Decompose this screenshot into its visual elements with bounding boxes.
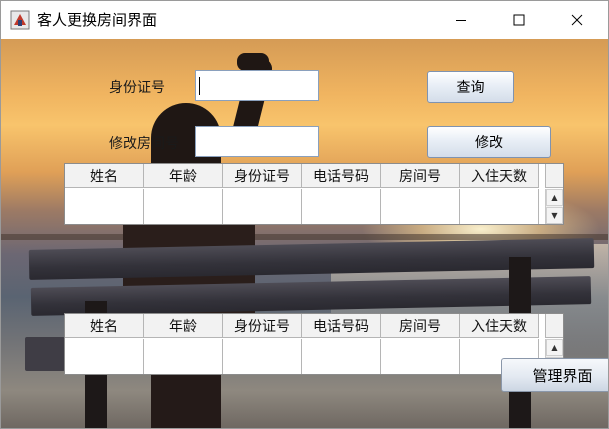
column-header-age[interactable]: 年龄	[144, 314, 223, 338]
table-cell[interactable]	[460, 207, 539, 224]
table-cell[interactable]	[144, 339, 223, 357]
arrow-down-icon[interactable]: ▼	[546, 207, 563, 224]
table-cell[interactable]	[381, 207, 460, 224]
table-body	[65, 189, 539, 224]
maximize-icon	[513, 14, 525, 26]
column-header-name[interactable]: 姓名	[65, 164, 144, 188]
table-cell[interactable]	[302, 207, 381, 224]
manage-button[interactable]: 管理界面	[501, 358, 608, 392]
column-header-days[interactable]: 入住天数	[460, 164, 539, 188]
id-number-input[interactable]	[195, 70, 319, 101]
table-cell[interactable]	[223, 207, 302, 224]
table-cell[interactable]	[144, 357, 223, 374]
table-cell[interactable]	[302, 339, 381, 357]
table-cell[interactable]	[223, 189, 302, 207]
table-corner	[545, 164, 563, 188]
table-row[interactable]	[65, 189, 539, 207]
query-button[interactable]: 查询	[427, 71, 514, 103]
column-header-phone[interactable]: 电话号码	[302, 314, 381, 338]
table-header: 姓名 年龄 身份证号 电话号码 房间号 入住天数	[65, 164, 539, 188]
table-cell[interactable]	[144, 189, 223, 207]
table-row[interactable]	[65, 357, 539, 374]
close-icon	[571, 14, 583, 26]
minimize-icon	[456, 20, 466, 21]
arrow-up-icon[interactable]: ▲	[546, 339, 563, 356]
room-number-label: 修改房间号	[109, 136, 179, 152]
column-header-age[interactable]: 年龄	[144, 164, 223, 188]
table-cell[interactable]	[302, 189, 381, 207]
table-cell[interactable]	[223, 357, 302, 374]
close-button[interactable]	[554, 1, 600, 39]
guest-table-bottom: 姓名 年龄 身份证号 电话号码 房间号 入住天数 ▲	[64, 313, 564, 375]
table-row[interactable]	[65, 207, 539, 224]
table-cell[interactable]	[460, 189, 539, 207]
column-header-name[interactable]: 姓名	[65, 314, 144, 338]
table-header: 姓名 年龄 身份证号 电话号码 房间号 入住天数	[65, 314, 539, 338]
table-corner	[545, 314, 563, 338]
table-cell[interactable]	[381, 339, 460, 357]
table-cell[interactable]	[65, 357, 144, 374]
guest-table-top: 姓名 年龄 身份证号 电话号码 房间号 入住天数 ▲ ▼	[64, 163, 564, 225]
arrow-up-icon[interactable]: ▲	[546, 189, 563, 206]
table-row[interactable]	[65, 339, 539, 357]
java-app-icon	[10, 10, 30, 30]
column-header-room[interactable]: 房间号	[381, 164, 460, 188]
column-header-phone[interactable]: 电话号码	[302, 164, 381, 188]
vertical-scrollbar[interactable]: ▲ ▼	[545, 189, 563, 224]
title-bar: 客人更换房间界面	[1, 1, 608, 39]
person-hand	[237, 53, 269, 71]
column-header-days[interactable]: 入住天数	[460, 314, 539, 338]
app-window: 客人更换房间界面 身份证号 查询 修改房间号 修改 姓名 年龄 身份证号 电话号…	[0, 0, 609, 429]
bench-seat	[25, 337, 65, 371]
text-caret	[199, 77, 200, 95]
table-cell[interactable]	[302, 357, 381, 374]
table-cell[interactable]	[144, 207, 223, 224]
table-cell[interactable]	[65, 339, 144, 357]
column-header-room[interactable]: 房间号	[381, 314, 460, 338]
table-cell[interactable]	[381, 189, 460, 207]
table-cell[interactable]	[381, 357, 460, 374]
table-cell[interactable]	[65, 189, 144, 207]
table-cell[interactable]	[65, 207, 144, 224]
window-title: 客人更换房间界面	[37, 11, 158, 29]
column-header-id[interactable]: 身份证号	[223, 164, 302, 188]
minimize-button[interactable]	[438, 1, 484, 39]
table-body	[65, 339, 539, 374]
table-cell[interactable]	[460, 339, 539, 357]
column-header-id[interactable]: 身份证号	[223, 314, 302, 338]
room-number-input[interactable]	[195, 126, 319, 157]
modify-button[interactable]: 修改	[427, 126, 551, 158]
id-number-label: 身份证号	[109, 80, 165, 96]
table-cell[interactable]	[223, 339, 302, 357]
maximize-button[interactable]	[496, 1, 542, 39]
